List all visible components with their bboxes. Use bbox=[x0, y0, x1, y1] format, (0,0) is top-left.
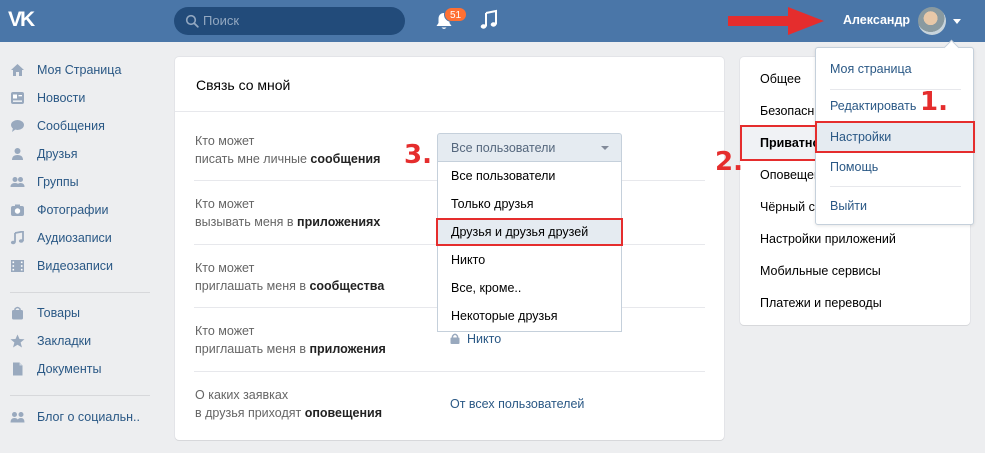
privacy-question-app-calls: Кто может вызывать меня в приложениях bbox=[195, 197, 381, 229]
search-placeholder: Поиск bbox=[203, 13, 240, 28]
privacy-option-nobody[interactable]: Никто bbox=[438, 246, 621, 274]
sidebar-item-news[interactable]: Новости bbox=[0, 84, 160, 112]
sidebar-item-video[interactable]: Видеозаписи bbox=[0, 252, 160, 280]
privacy-option-all-users[interactable]: Все пользователи bbox=[438, 162, 621, 190]
privacy-question-friend-requests: О каких заявках в друзья приходят оповещ… bbox=[195, 388, 383, 420]
sidebar-item-bookmarks[interactable]: Закладки bbox=[0, 327, 160, 355]
sidebar-divider bbox=[10, 395, 150, 396]
user-name[interactable]: Александр bbox=[843, 13, 910, 27]
settings-menu-item-app-settings[interactable]: Настройки приложений bbox=[740, 223, 970, 255]
red-arrow-annotation bbox=[728, 7, 824, 35]
sidebar-item-photos[interactable]: Фотографии bbox=[0, 196, 160, 224]
privacy-select-value: Все пользователи bbox=[451, 141, 556, 155]
community-icon bbox=[10, 412, 25, 423]
privacy-question-app-invites: Кто может приглашать меня в приложения bbox=[195, 324, 386, 356]
card-divider bbox=[175, 111, 724, 112]
privacy-option-some-friends[interactable]: Некоторые друзья bbox=[438, 302, 621, 330]
settings-menu-item-payments[interactable]: Платежи и переводы bbox=[740, 287, 970, 319]
search-input[interactable]: Поиск bbox=[174, 7, 405, 35]
privacy-question-community-invites: Кто может приглашать меня в сообщества bbox=[195, 261, 385, 293]
news-icon bbox=[11, 92, 24, 104]
sidebar-item-groups[interactable]: Группы bbox=[0, 168, 160, 196]
sidebar-item-messages[interactable]: Сообщения bbox=[0, 112, 160, 140]
music-icon[interactable] bbox=[478, 9, 500, 31]
document-icon bbox=[13, 362, 23, 376]
sidebar-item-my-page[interactable]: Моя Страница bbox=[0, 56, 160, 84]
user-menu-item-logout[interactable]: Выйти bbox=[816, 191, 973, 221]
sidebar-item-friends[interactable]: Друзья bbox=[0, 140, 160, 168]
music-icon bbox=[10, 231, 24, 245]
privacy-answer-app-invites[interactable]: Никто bbox=[450, 332, 501, 346]
notification-badge: 51 bbox=[444, 7, 468, 22]
sidebar-item-community-blog[interactable]: Блог о социальн.. bbox=[0, 403, 160, 431]
groups-icon bbox=[10, 177, 25, 187]
highlight-box-privacy bbox=[740, 125, 820, 161]
row-divider bbox=[194, 371, 705, 372]
highlight-box-settings bbox=[815, 121, 975, 153]
camera-icon bbox=[11, 204, 24, 216]
menu-divider bbox=[830, 186, 961, 187]
lock-icon bbox=[450, 333, 460, 344]
chevron-down-icon[interactable] bbox=[953, 19, 961, 24]
privacy-option-friends-only[interactable]: Только друзья bbox=[438, 190, 621, 218]
top-header: VK Поиск 51 Александр bbox=[0, 0, 985, 42]
sidebar-item-audio[interactable]: Аудиозаписи bbox=[0, 224, 160, 252]
privacy-option-all-except[interactable]: Все, кроме.. bbox=[438, 274, 621, 302]
privacy-answer-friend-requests[interactable]: От всех пользователей bbox=[450, 397, 584, 411]
avatar[interactable] bbox=[918, 7, 946, 35]
step-number-3: 3. bbox=[404, 140, 432, 170]
user-menu-item-edit[interactable]: Редактировать bbox=[816, 91, 973, 121]
user-menu-item-help[interactable]: Помощь bbox=[816, 152, 973, 182]
search-icon bbox=[185, 14, 199, 28]
sidebar-item-documents[interactable]: Документы bbox=[0, 355, 160, 383]
video-icon bbox=[11, 260, 24, 272]
star-icon bbox=[10, 334, 25, 348]
privacy-options-list: Все пользователи Только друзья Друзья и … bbox=[437, 162, 622, 332]
user-menu-item-my-page[interactable]: Моя страница bbox=[816, 54, 973, 84]
page-title: Связь со мной bbox=[196, 77, 291, 93]
chevron-down-icon bbox=[601, 146, 609, 150]
step-number-1: 1. bbox=[920, 87, 948, 117]
highlight-box-friends-of-friends bbox=[436, 218, 623, 246]
vk-logo[interactable]: VK bbox=[8, 8, 42, 32]
step-number-2: 2. bbox=[715, 147, 743, 177]
settings-menu-item-mobile-services[interactable]: Мобильные сервисы bbox=[740, 255, 970, 287]
friends-icon bbox=[12, 148, 23, 160]
sidebar-item-goods[interactable]: Товары bbox=[0, 299, 160, 327]
messages-icon bbox=[11, 120, 24, 132]
bag-icon bbox=[12, 306, 23, 320]
privacy-question-messages: Кто может писать мне личные сообщения bbox=[195, 134, 381, 166]
privacy-select[interactable]: Все пользователи bbox=[437, 133, 622, 162]
home-icon bbox=[11, 64, 24, 76]
sidebar-divider bbox=[10, 292, 150, 293]
